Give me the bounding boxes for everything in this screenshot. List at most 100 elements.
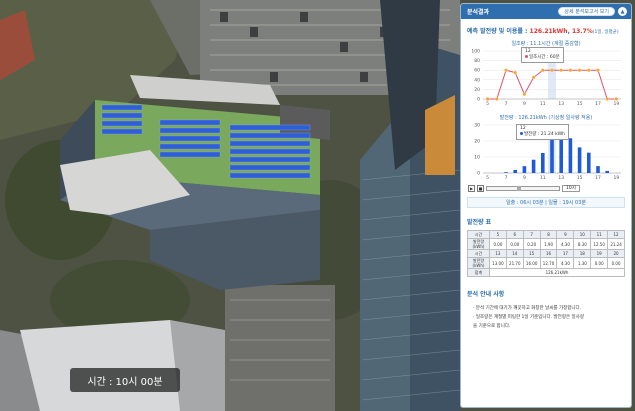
table-cell: 0.00	[607, 257, 625, 269]
generation-bar	[559, 137, 563, 173]
summary-energy: 126.21kWh	[529, 28, 568, 35]
x-tick-label: 7	[505, 175, 508, 181]
play-icon[interactable]: ▶	[468, 185, 475, 192]
daylight-point	[559, 68, 564, 73]
daylight-point	[550, 68, 554, 73]
daylight-chart-container: 0 20 40 60 80 100 5 7 9 11 13 15 17 19 12 일조시간 : 60분	[461, 47, 631, 109]
table-hour: 15	[522, 249, 541, 258]
x-tick-label: 7	[505, 101, 508, 107]
generation-bar	[513, 169, 517, 173]
generation-table-title: 발전량 표	[467, 219, 492, 226]
table-hour: 10	[573, 230, 592, 239]
info-line: · 분석 기간에 대기가 깨끗하고 화창한 날씨를 가정합니다.	[473, 306, 582, 311]
y-tick-label: 20	[474, 139, 480, 145]
table-hour: 16	[539, 249, 558, 258]
table-head-label: 시간	[467, 249, 490, 258]
info-line: 을 기준으로 합니다.	[473, 324, 511, 329]
time-select[interactable]: 10시	[562, 185, 580, 192]
table-row: 합계 126.21kWh	[467, 268, 626, 277]
table-cell: 8.30	[573, 238, 592, 250]
table-unit-label: 발전량(kWh)	[467, 257, 490, 269]
y-tick-label: 20	[474, 87, 480, 93]
stop-icon[interactable]: ■	[477, 185, 484, 192]
daylight-point	[485, 97, 490, 101]
x-tick-label: 19	[614, 101, 620, 107]
generation-bar	[531, 159, 536, 173]
generation-tooltip-value: 발전량 : 21.24 kWh	[520, 132, 565, 138]
info-title: 분석 안내 사항	[467, 291, 505, 298]
table-hour: 9	[556, 230, 575, 239]
daylight-point	[586, 68, 591, 73]
daylight-tooltip: 12 일조시간 : 60분	[521, 47, 564, 63]
daylight-chart-title: 일조량 : 11.1시간 (계절 증감형)	[511, 41, 581, 47]
x-tick-label: 11	[540, 101, 546, 107]
y-tick-label: 40	[474, 77, 480, 83]
x-tick-label: 9	[523, 101, 526, 107]
y-tick-label: 100	[471, 49, 480, 55]
table-hour: 13	[488, 249, 507, 258]
daylight-point	[605, 97, 610, 101]
y-tick-label: 0	[477, 97, 480, 103]
y-tick-label: 80	[474, 58, 480, 64]
table-hour: 19	[590, 249, 609, 258]
table-hour: 20	[607, 249, 625, 258]
table-hour: 6	[505, 230, 524, 239]
table-total-label: 합계	[467, 268, 490, 277]
x-tick-label: 13	[558, 175, 564, 181]
daylight-point	[568, 68, 573, 73]
daylight-point	[540, 68, 545, 73]
x-tick-label: 15	[577, 175, 583, 181]
generation-bar	[504, 172, 508, 173]
detail-report-button[interactable]: 상세 분석보고서 보기	[558, 7, 615, 16]
table-cell: 21.70	[505, 257, 524, 269]
generation-bar	[605, 170, 609, 173]
table-cell: 12.70	[539, 257, 558, 269]
table-cell: 4.30	[556, 238, 575, 250]
summary-prefix: 예측 발전량 및 이용률 :	[467, 28, 530, 35]
table-hour: 14	[505, 249, 524, 258]
daylight-point	[614, 97, 619, 101]
table-row: 시간 13 14 15 16 17 18 19 20	[467, 249, 625, 258]
table-hour: 17	[556, 249, 575, 258]
table-hour: 12	[607, 230, 625, 239]
generation-bar	[596, 166, 600, 173]
generation-bar	[568, 138, 573, 173]
daylight-point	[513, 70, 518, 75]
y-tick-label: 60	[474, 68, 480, 74]
daylight-point	[531, 75, 536, 80]
table-hour: 7	[522, 230, 541, 239]
info-list: · 분석 기간에 대기가 깨끗하고 화창한 날씨를 가정합니다. · 일조량은 …	[469, 304, 623, 331]
table-hour: 18	[573, 249, 592, 258]
time-slider[interactable]	[486, 186, 560, 191]
generation-bar	[587, 152, 591, 173]
time-playback-bar: ▶ ■ 10시	[468, 184, 631, 193]
y-tick-label: 30	[474, 123, 480, 129]
generation-bar	[550, 139, 554, 173]
table-cell: 4.30	[556, 257, 575, 269]
table-cell: 12.50	[590, 238, 609, 250]
summary-rate: 13.7%	[571, 28, 593, 35]
series-dot-icon	[525, 55, 528, 58]
table-row: 발전량(kWh) 0.00 0.00 0.20 1.90 4.30 8.30 1…	[467, 238, 625, 250]
time-slider-handle[interactable]	[517, 186, 521, 191]
table-cell: 0.20	[522, 238, 541, 250]
table-cell: 16.00	[522, 257, 541, 269]
table-hour: 5	[488, 230, 507, 239]
table-cell: 1.90	[539, 238, 558, 250]
x-tick-label: 5	[486, 101, 489, 107]
y-tick-label: 10	[474, 155, 480, 161]
panel-header: 분석결과 상세 분석보고서 보기 ▲	[461, 4, 631, 19]
panel-title: 분석결과	[467, 9, 490, 16]
chevron-up-icon[interactable]: ▲	[618, 7, 627, 16]
table-row: 시간 5 6 7 8 9 10 11 12	[467, 230, 625, 239]
generation-chart-title: 발전량 : 126.21kWh (기상청 일사량 적용)	[499, 115, 593, 121]
series-dot-icon	[520, 132, 523, 135]
daylight-point	[596, 68, 600, 73]
table-hour: 11	[590, 230, 609, 239]
generation-bar	[577, 147, 582, 173]
current-time-badge: 시간 : 10시 00분	[70, 368, 180, 392]
prediction-summary: 예측 발전량 및 이용률 : 126.21kWh, 13.7%(1일, 일평균)	[467, 26, 631, 35]
x-tick-label: 5	[486, 175, 489, 181]
summary-rate-note: (1일, 일평균)	[592, 30, 619, 35]
x-tick-label: 15	[577, 101, 583, 107]
